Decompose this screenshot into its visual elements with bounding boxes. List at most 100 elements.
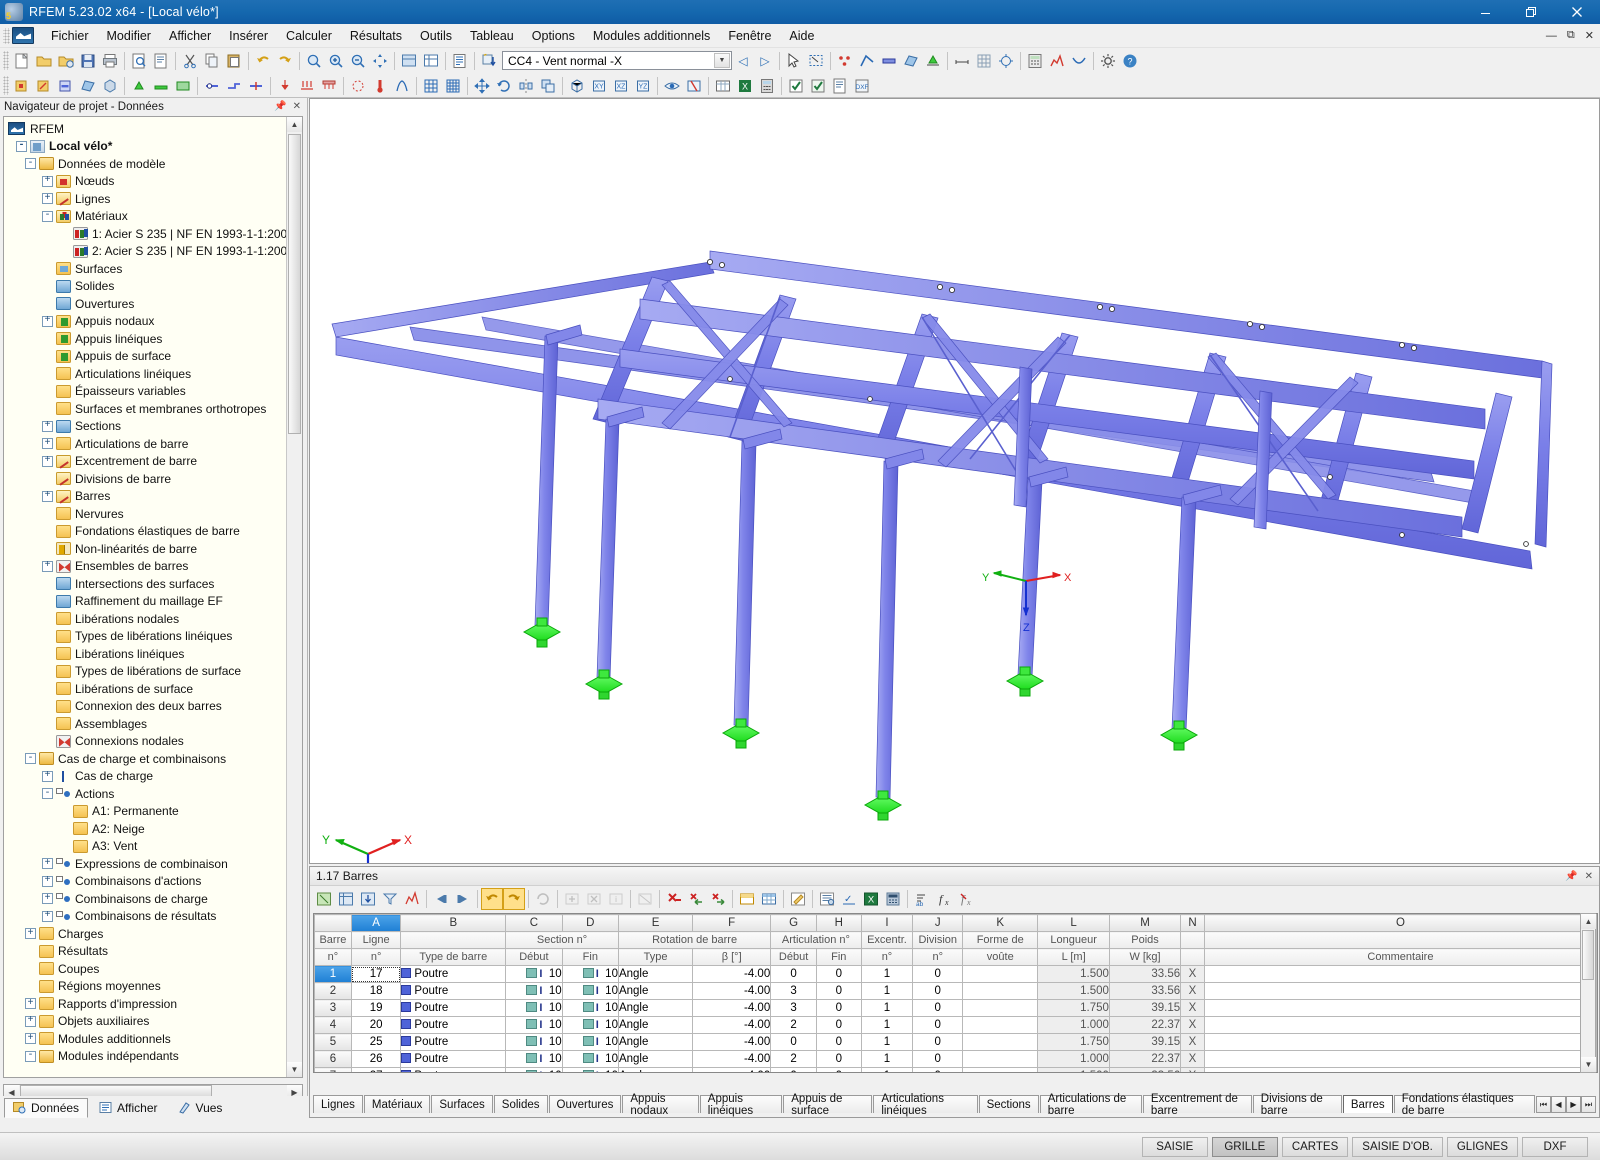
cell-beta[interactable]: -4.00	[692, 999, 772, 1017]
restore-button[interactable]	[1508, 0, 1554, 24]
cell-type-de-barre[interactable]: Poutre	[400, 1050, 507, 1068]
table-tab-excentrement-de-barre[interactable]: Excentrement de barre	[1142, 1093, 1252, 1117]
table-function-icon[interactable]: fx	[933, 888, 955, 910]
save-icon[interactable]	[77, 50, 99, 72]
cell-section-fin[interactable]: I 10	[561, 965, 619, 983]
pin-icon[interactable]: 📌	[1565, 871, 1577, 882]
tree-item-combinaisons-de-charge[interactable]: + Combinaisons de charge	[6, 890, 302, 908]
column-header-F[interactable]: F	[692, 914, 772, 932]
cell-n[interactable]: X	[1180, 1016, 1205, 1034]
cell-section-fin[interactable]: I 10	[561, 999, 619, 1017]
toolbar-grip-handle-2[interactable]	[3, 76, 9, 95]
tree-item-charges[interactable]: + Charges	[6, 925, 302, 943]
cell-articulation-fin[interactable]: 0	[815, 965, 862, 983]
cell-type-de-barre[interactable]: Poutre	[400, 1067, 507, 1072]
cell-n[interactable]: X	[1180, 999, 1205, 1017]
tree-item-expressions-de-combinaison[interactable]: + Expressions de combinaison	[6, 855, 302, 873]
expand-toggle-icon[interactable]: +	[42, 175, 53, 187]
cell-excentrement[interactable]: 1	[860, 1016, 914, 1034]
cell-excentrement[interactable]: 1	[860, 1033, 914, 1051]
new-file-icon[interactable]	[11, 50, 33, 72]
cell-type-de-barre[interactable]: Poutre	[400, 1033, 507, 1051]
menu-item-aide[interactable]: Aide	[780, 26, 823, 46]
tree-item-1-acier-s-235-nf-en-1993-1-1-2007[interactable]: 1: Acier S 235 | NF EN 1993-1-1:2007	[6, 225, 302, 243]
table-tab-divisions-de-barre[interactable]: Divisions de barre	[1252, 1093, 1342, 1117]
tree-item-ensembles-de-barres[interactable]: + Ensembles de barres	[6, 558, 302, 576]
cell-n[interactable]: X	[1180, 1033, 1205, 1051]
tree-item-types-de-liberations-lineiques[interactable]: Types de libérations linéiques	[6, 628, 302, 646]
table-tab-appuis-nodaux[interactable]: Appuis nodaux	[622, 1093, 699, 1117]
table-settings-icon[interactable]	[816, 888, 838, 910]
cell-longueur[interactable]: 1.000	[1037, 1016, 1110, 1034]
new-surface-icon[interactable]	[77, 75, 99, 97]
collapse-toggle-icon[interactable]: -	[16, 140, 27, 152]
status-toggle-glignes[interactable]: GLIGNES	[1446, 1136, 1518, 1157]
column-header-M[interactable]: M	[1108, 914, 1182, 932]
temperature-load-icon[interactable]	[369, 75, 391, 97]
cell-longueur[interactable]: 1.750	[1037, 1033, 1110, 1051]
cell-commentaire[interactable]	[1203, 982, 1597, 1000]
paste-icon[interactable]	[223, 50, 245, 72]
view-iso-icon[interactable]	[566, 75, 588, 97]
collapse-toggle-icon[interactable]: -	[42, 788, 53, 800]
tree-item-project[interactable]: - Local vélo*	[6, 138, 302, 156]
menu-item-r-sultats[interactable]: Résultats	[341, 26, 411, 46]
row-header[interactable]: 3	[314, 999, 352, 1017]
expand-toggle-icon[interactable]: +	[42, 490, 53, 502]
cell-forme-de-voute[interactable]	[962, 1067, 1039, 1072]
cell-section-fin[interactable]: I 10	[561, 982, 619, 1000]
expand-toggle-icon[interactable]: +	[42, 770, 53, 782]
column-header-G[interactable]: G	[770, 914, 817, 932]
cell-forme-de-voute[interactable]	[962, 1050, 1039, 1068]
expand-toggle-icon[interactable]: +	[42, 893, 53, 905]
tree-item-resultats[interactable]: Résultats	[6, 943, 302, 961]
copy-objects-icon[interactable]	[537, 75, 559, 97]
tree-item-2-acier-s-235-nf-en-1993-1-1-2007[interactable]: 2: Acier S 235 | NF EN 1993-1-1:2007	[6, 243, 302, 261]
cell-section-fin[interactable]: I 10	[561, 1033, 619, 1051]
check-model2-icon[interactable]	[807, 75, 829, 97]
display-lines-icon[interactable]	[856, 50, 878, 72]
menu-item-fichier[interactable]: Fichier	[42, 26, 98, 46]
close-icon[interactable]: ✕	[293, 101, 301, 112]
tree-item-epaisseurs-variables[interactable]: Épaisseurs variables	[6, 383, 302, 401]
cell-beta[interactable]: -4.00	[692, 965, 772, 983]
row-header[interactable]: 4	[314, 1016, 352, 1034]
expand-toggle-icon[interactable]: +	[25, 1033, 36, 1045]
table-remove-right-icon[interactable]	[707, 888, 729, 910]
next-load-case-icon[interactable]: ▷	[754, 50, 776, 72]
tree-item-connexion-des-deux-barres[interactable]: Connexion des deux barres	[6, 698, 302, 716]
table-tab-sections[interactable]: Sections	[978, 1095, 1039, 1113]
table-filter-icon[interactable]	[379, 888, 401, 910]
app-menu-icon[interactable]	[12, 27, 34, 44]
member-hinge-icon[interactable]	[201, 75, 223, 97]
help-icon[interactable]: ?	[1119, 50, 1141, 72]
expand-toggle-icon[interactable]: +	[42, 438, 53, 450]
tree-item-non-linearites-de-barre[interactable]: Non-linéarités de barre	[6, 540, 302, 558]
cell-type-de-barre[interactable]: Poutre	[400, 999, 507, 1017]
navigator-tree[interactable]: RFEM - Local vélo* - Données de modèle + Nœuds…	[3, 116, 303, 1078]
column-header-C[interactable]: C	[505, 914, 563, 932]
tree-item-nervures[interactable]: Nervures	[6, 505, 302, 523]
rotate-icon[interactable]	[493, 75, 515, 97]
mesh-icon[interactable]	[420, 75, 442, 97]
scroll-down-arrow-icon[interactable]: ▼	[1581, 1057, 1596, 1072]
cell-n[interactable]: X	[1180, 1050, 1205, 1068]
table-prev-icon[interactable]	[430, 888, 452, 910]
table-row[interactable]: 1 17 Poutre I 10 I 10 Angle -4.00 0 0 1 0 1.500 33.5…	[314, 965, 1597, 983]
cell-division[interactable]: 0	[912, 1067, 964, 1072]
render-model-icon[interactable]	[398, 50, 420, 72]
cell-section-debut[interactable]: I 10	[505, 982, 563, 1000]
table-tab-articulations-de-barre[interactable]: Articulations de barre	[1039, 1093, 1142, 1117]
cell-longueur[interactable]: 1.500	[1037, 982, 1110, 1000]
tree-item-barres[interactable]: + Barres	[6, 488, 302, 506]
mdi-restore-button[interactable]: ⧉	[1567, 29, 1575, 42]
tree-item-cas-de-charge[interactable]: + Cas de charge	[6, 768, 302, 786]
close-icon[interactable]: ✕	[1585, 871, 1593, 882]
cell-commentaire[interactable]	[1203, 999, 1597, 1017]
calculate-icon[interactable]	[1024, 50, 1046, 72]
select-objects-icon[interactable]	[783, 50, 805, 72]
table-show-icon[interactable]	[712, 75, 734, 97]
navigator-vertical-scrollbar[interactable]: ▲ ▼	[286, 117, 302, 1077]
display-nodes-icon[interactable]	[834, 50, 856, 72]
table-row[interactable]: 6 26 Poutre I 10 I 10 Angle -4.00 2 0 1 0 1.000 22.3…	[314, 1050, 1597, 1068]
